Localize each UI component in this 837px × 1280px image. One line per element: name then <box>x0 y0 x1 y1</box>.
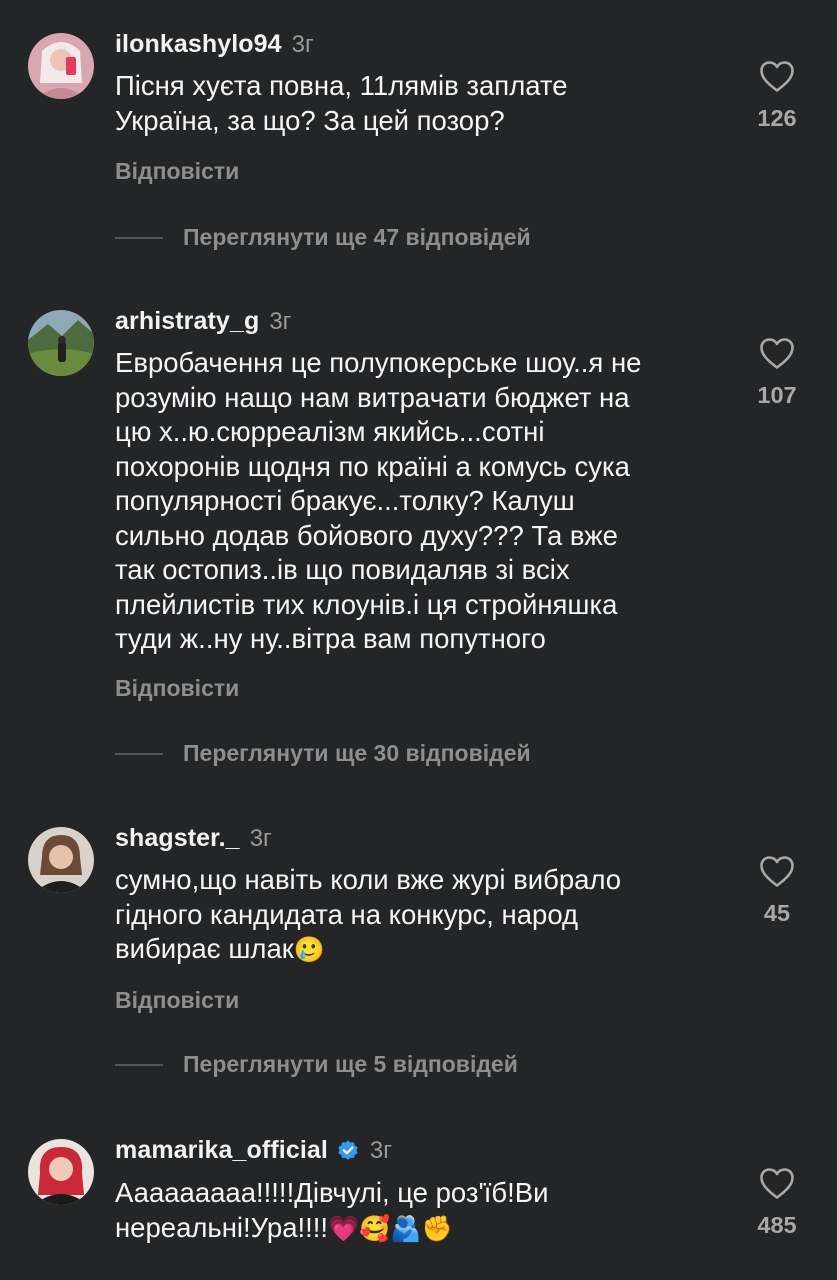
avatar[interactable] <box>28 1139 94 1205</box>
comment-text: Ааааааааа!!!!!Дівчулі, це роз'їб!Ви нере… <box>115 1176 735 1246</box>
comment-line: популярності бракує...толку? Калуш <box>115 485 575 516</box>
view-replies-label: Переглянути ще 30 відповідей <box>183 740 531 766</box>
comment-line: похоронів щодня по країні а комусь сука <box>115 450 630 482</box>
comment-line: плейлистів тих клоунів.і ця стройняшка <box>115 588 618 620</box>
view-replies-label: Переглянути ще 5 відповідей <box>183 1051 518 1077</box>
divider <box>115 236 163 239</box>
comment-line: нереальні!Ура!!!!💗🥰🫂✊ <box>115 1211 453 1243</box>
comment-line: Україна, за що? За цей позор? <box>115 104 505 136</box>
view-replies-label: Переглянути ще 47 відповідей <box>183 224 531 250</box>
username[interactable]: ilonkashylo94 <box>115 30 282 59</box>
reply-button[interactable]: Відповісти <box>115 987 239 1014</box>
comment-text: Пісня хуєта повна, 11лямів заплате Украї… <box>115 69 735 138</box>
emoji: 🥲 <box>293 935 325 964</box>
comment-line: сумно,що навіть коли вже журі вибрало <box>115 864 622 895</box>
like-button[interactable]: 45 <box>755 855 799 927</box>
like-count: 45 <box>763 900 791 926</box>
avatar[interactable] <box>28 33 94 99</box>
like-button[interactable]: 126 <box>755 60 799 132</box>
comment-text: сумно,що навіть коли вже журі вибрало гі… <box>115 863 735 968</box>
comment-line: вибирає шлак🥲 <box>115 933 325 964</box>
comment-line: цю х..ю.сюрреалізм якийсь...сотні <box>115 416 545 447</box>
reply-button[interactable]: Відповісти <box>115 675 239 702</box>
divider <box>115 1063 163 1066</box>
comment-line: сильно додав бойового духу??? Та вже <box>115 519 618 551</box>
avatar[interactable] <box>28 827 94 893</box>
verified-badge-icon <box>336 1139 360 1163</box>
username[interactable]: mamarika_official <box>115 1136 328 1165</box>
timestamp: 3г <box>369 1136 393 1164</box>
like-count: 107 <box>757 382 797 408</box>
timestamp: 3г <box>269 307 292 335</box>
heart-outline-icon <box>760 1168 794 1199</box>
comment-line: туди ж..ну ну..вітра вам попутного <box>115 623 546 654</box>
comment-text: Евробачення це полупокерське шоу..я не р… <box>115 346 735 657</box>
divider <box>115 752 163 755</box>
emoji: 💗🥰🫂✊ <box>328 1213 453 1243</box>
view-replies-button[interactable]: Переглянути ще 30 відповідей <box>115 740 531 767</box>
comment-line: Ааааааааа!!!!!Дівчулі, це роз'їб!Ви <box>115 1177 549 1208</box>
like-count: 485 <box>757 1212 797 1238</box>
heart-outline-icon <box>760 61 794 92</box>
comment-line: гідного кандидата на конкурс, народ <box>115 898 579 930</box>
heart-outline-icon <box>760 856 794 887</box>
username[interactable]: shagster._ <box>115 824 240 853</box>
comment-line: Пісня хуєта повна, 11лямів заплате <box>115 70 568 101</box>
timestamp: 3г <box>291 30 314 58</box>
like-button[interactable]: 107 <box>755 337 799 409</box>
comment-line: Евробачення це полупокерське шоу..я не <box>115 347 642 378</box>
timestamp: 3г <box>249 824 272 852</box>
comment-line: розумію нащо нам витрачати бюджет на <box>115 381 630 413</box>
view-replies-button[interactable]: Переглянути ще 5 відповідей <box>115 1051 518 1078</box>
reply-button[interactable]: Відповісти <box>115 158 239 185</box>
comment-line: так остопиз..ів що повидаляв зі всіх <box>115 554 570 585</box>
view-replies-button[interactable]: Переглянути ще 47 відповідей <box>115 224 531 251</box>
heart-outline-icon <box>760 338 794 369</box>
avatar[interactable] <box>28 310 94 376</box>
username[interactable]: arhistraty_g <box>115 307 259 336</box>
like-button[interactable]: 485 <box>755 1167 799 1239</box>
like-count: 126 <box>757 105 797 131</box>
